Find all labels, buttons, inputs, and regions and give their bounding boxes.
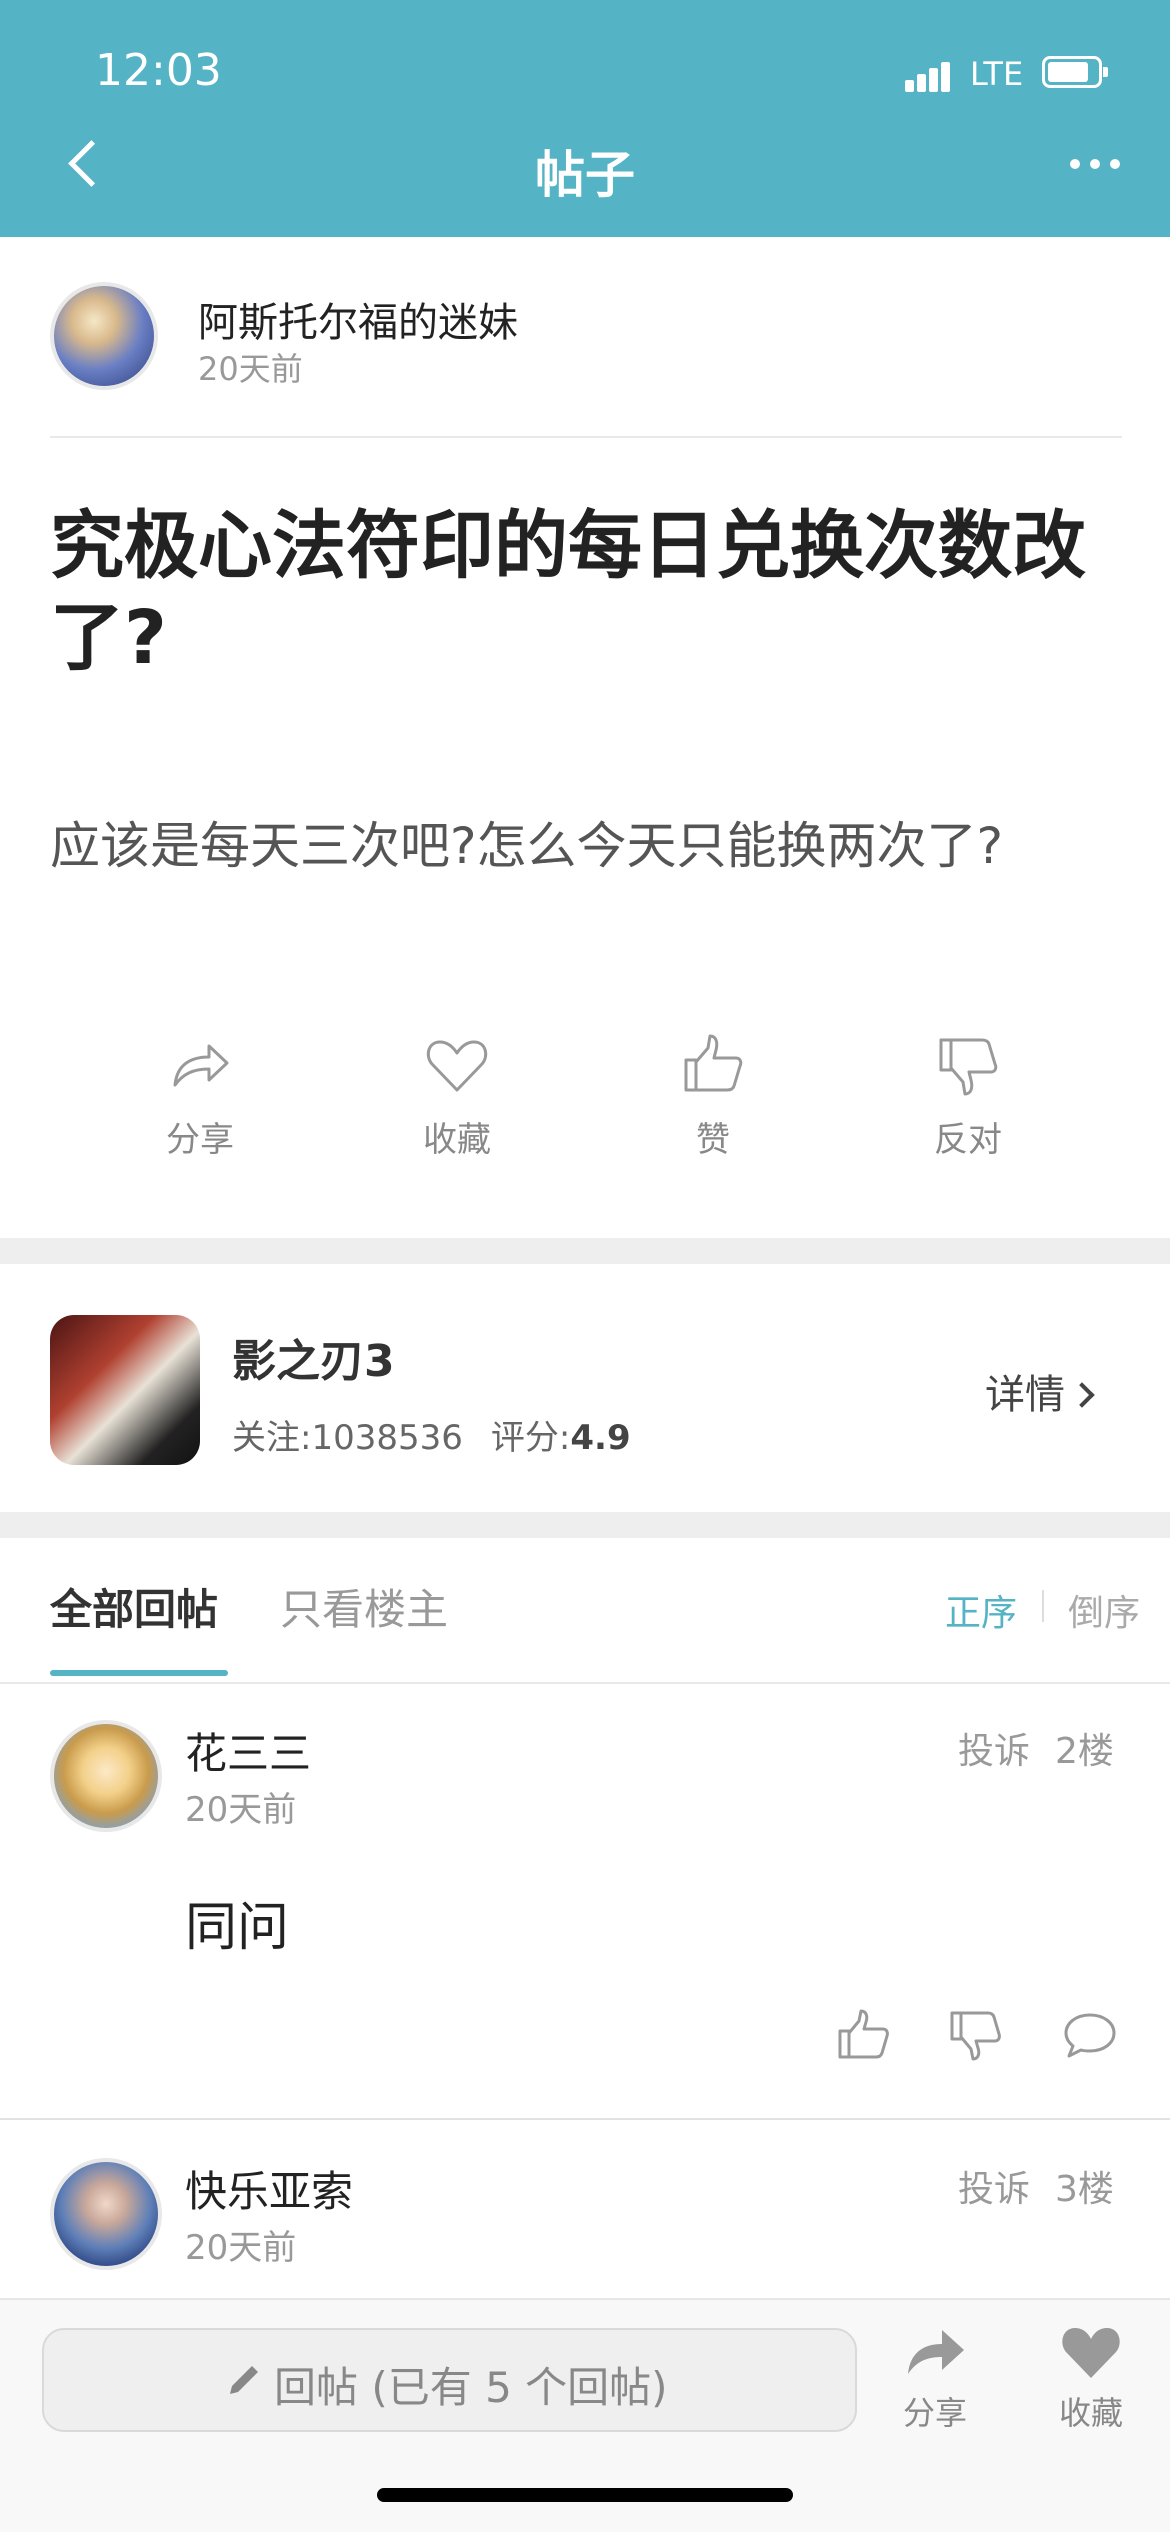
dislike-label: 反对	[934, 1120, 1002, 1160]
post-body: 应该是每天三次吧?怎么今天只能换两次了?	[50, 817, 1004, 875]
thumbs-down-icon[interactable]	[946, 2005, 1006, 2065]
divider	[50, 436, 1122, 438]
report-button[interactable]: 投诉	[958, 2160, 1030, 2212]
floor-number: 3楼	[1055, 2169, 1114, 2210]
reply-author[interactable]: 花三三	[185, 1720, 311, 1781]
post-time: 20天前	[198, 350, 303, 388]
report-button[interactable]: 投诉	[958, 1722, 1030, 1774]
rating-label: 评分:	[490, 1418, 571, 1458]
share-label: 分享	[166, 1120, 234, 1160]
post-actions: 分享 收藏 赞 反对	[0, 1030, 1170, 1170]
thumbs-up-icon	[684, 1034, 743, 1092]
reply-text: 同问	[185, 1898, 290, 1958]
thumbs-down-icon	[939, 1038, 998, 1096]
tab-op-only[interactable]: 只看楼主	[280, 1576, 448, 1637]
page-title: 帖子	[535, 146, 635, 204]
tab-indicator	[50, 1670, 228, 1676]
sort-divider	[1042, 1590, 1044, 1622]
reply-placeholder: 回帖 (已有 5 个回帖)	[274, 2363, 668, 2412]
bottom-favorite-button[interactable]: 收藏	[1036, 2320, 1146, 2434]
avatar[interactable]	[50, 1720, 162, 1832]
reply-author[interactable]: 快乐亚索	[185, 2158, 353, 2219]
avatar[interactable]	[50, 2158, 162, 2270]
divider	[0, 2118, 1170, 2120]
heart-icon	[1062, 2328, 1120, 2378]
game-icon[interactable]	[50, 1315, 200, 1465]
sort-ascending[interactable]: 正序	[945, 1584, 1017, 1636]
like-label: 赞	[696, 1120, 730, 1160]
follow-count: 1038536	[311, 1418, 463, 1458]
dislike-button[interactable]: 反对	[888, 1030, 1048, 1170]
post-title: 究极心法符印的每日兑换次数改了?	[50, 503, 1086, 681]
reply-tabs: 全部回帖 只看楼主 正序 倒序	[0, 1536, 1170, 1684]
bottom-share-label: 分享	[902, 2394, 967, 2432]
reply-time: 20天前	[185, 1790, 297, 1830]
battery-icon	[1042, 56, 1108, 88]
section-separator	[0, 1512, 1170, 1538]
reply-time: 20天前	[185, 2228, 297, 2268]
bottom-favorite-label: 收藏	[1058, 2394, 1123, 2432]
reply-input[interactable]: 回帖 (已有 5 个回帖)	[42, 2328, 857, 2432]
share-icon	[173, 1044, 229, 1087]
like-button[interactable]: 赞	[633, 1030, 793, 1170]
reply-actions	[0, 2005, 1170, 2065]
game-details-button[interactable]: 详情	[985, 1362, 1095, 1420]
more-options-button[interactable]	[1070, 155, 1130, 175]
divider	[0, 1682, 1170, 1684]
favorite-label: 收藏	[423, 1120, 491, 1160]
status-bar: 12:03 LTE	[0, 0, 1170, 130]
sort-descending[interactable]: 倒序	[1068, 1584, 1140, 1636]
details-label: 详情	[985, 1372, 1065, 1418]
share-button[interactable]: 分享	[120, 1030, 280, 1170]
game-name[interactable]: 影之刃3	[232, 1325, 395, 1389]
status-time: 12:03	[95, 45, 222, 96]
signal-icon	[905, 60, 960, 92]
heart-icon	[426, 1040, 488, 1092]
chevron-right-icon	[1069, 1382, 1095, 1408]
bottom-share-button[interactable]: 分享	[880, 2320, 990, 2434]
home-indicator	[377, 2488, 793, 2502]
tab-all-replies[interactable]: 全部回帖	[50, 1576, 218, 1637]
thumbs-up-icon[interactable]	[834, 2005, 894, 2065]
favorite-button[interactable]: 收藏	[377, 1030, 537, 1170]
author-name[interactable]: 阿斯托尔福的迷妹	[198, 290, 518, 348]
network-label: LTE	[970, 55, 1024, 93]
comment-icon[interactable]	[1060, 2005, 1120, 2065]
game-stats: 关注:1038536 评分:4.9	[232, 1410, 631, 1459]
pencil-icon	[230, 2366, 258, 2394]
rating-value: 4.9	[570, 1418, 631, 1458]
follow-label: 关注:	[232, 1418, 312, 1458]
section-separator	[0, 1238, 1170, 1264]
floor-number: 2楼	[1055, 1731, 1114, 1772]
share-icon	[908, 2330, 964, 2374]
avatar[interactable]	[50, 282, 158, 390]
